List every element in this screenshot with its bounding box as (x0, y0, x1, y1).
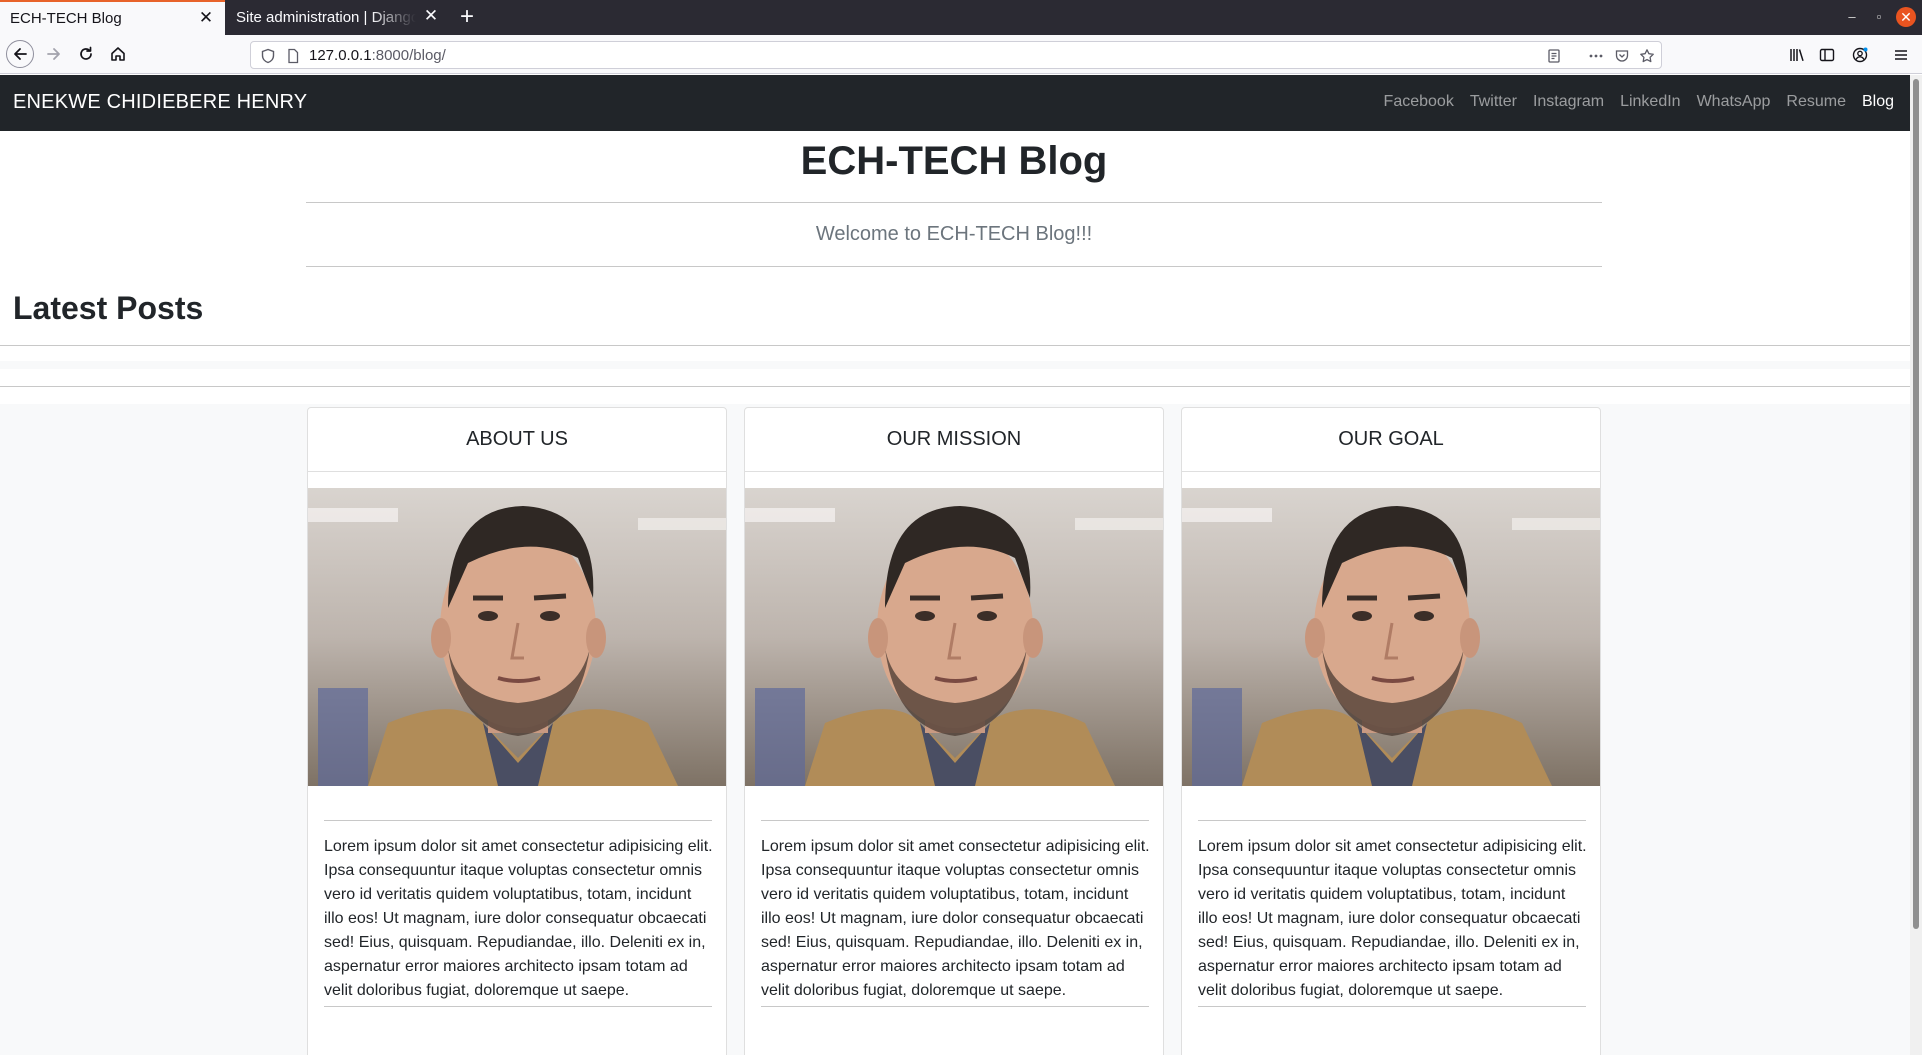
divider (761, 820, 1149, 821)
page-title: ECH-TECH Blog (800, 139, 1108, 183)
card-body: Lorem ipsum dolor sit amet consectetur a… (1198, 838, 1587, 999)
post-card: OUR GOAL Lorem ipsum dolor sit amet cons… (1181, 407, 1601, 1055)
new-tab-button[interactable]: + (454, 4, 480, 30)
divider (0, 386, 1910, 387)
forward-button[interactable] (40, 40, 68, 68)
nav-link-instagram[interactable]: Instagram (1525, 93, 1612, 111)
scrollbar-thumb[interactable] (1913, 79, 1919, 929)
nav-link-twitter[interactable]: Twitter (1462, 93, 1525, 111)
sidebar-icon[interactable] (1816, 44, 1838, 66)
window-close-button[interactable]: ✕ (1896, 7, 1916, 27)
reload-button[interactable] (72, 40, 100, 68)
page-actions-icon[interactable] (1587, 47, 1605, 65)
restore-button[interactable]: ▫ (1869, 7, 1889, 27)
divider (0, 345, 1910, 346)
url-text[interactable]: 127.0.0.1:8000/blog/ (309, 47, 446, 64)
divider (761, 1006, 1149, 1007)
page-icon[interactable] (284, 47, 302, 65)
nav-links: Facebook Twitter Instagram LinkedIn What… (1376, 93, 1902, 111)
card-body: Lorem ipsum dolor sit amet consectetur a… (324, 838, 713, 999)
pocket-icon[interactable] (1613, 47, 1631, 65)
nav-link-blog[interactable]: Blog (1854, 93, 1902, 111)
close-tab-icon[interactable]: ✕ (197, 9, 215, 27)
portrait-photo (745, 488, 1163, 786)
card-body: Lorem ipsum dolor sit amet consectetur a… (761, 838, 1150, 999)
welcome-message: Welcome to ECH-TECH Blog!!! (815, 223, 1093, 245)
divider (306, 266, 1602, 267)
divider (1198, 820, 1586, 821)
portrait-photo (308, 488, 726, 786)
library-icon[interactable] (1786, 44, 1808, 66)
bookmark-star-icon[interactable] (1638, 47, 1656, 65)
account-icon[interactable] (1849, 44, 1871, 66)
section-heading: Latest Posts (13, 290, 204, 326)
page-scrollbar[interactable] (1910, 75, 1922, 1055)
minimize-button[interactable]: – (1842, 7, 1862, 27)
address-bar[interactable]: 127.0.0.1:8000/blog/ (250, 41, 1662, 69)
nav-link-linkedin[interactable]: LinkedIn (1612, 93, 1689, 111)
card-title: OUR MISSION (745, 408, 1163, 472)
close-tab-icon[interactable]: ✕ (422, 7, 440, 25)
card-title: ABOUT US (308, 408, 726, 472)
back-button[interactable] (6, 40, 34, 68)
reader-view-icon[interactable] (1545, 47, 1563, 65)
divider (306, 202, 1602, 203)
arrow-right-icon (47, 48, 60, 60)
url-host: 127.0.0.1 (309, 47, 372, 64)
post-card: OUR MISSION Lorem ipsum dolor sit amet c… (744, 407, 1164, 1055)
portrait-image (1182, 488, 1600, 786)
site-brand[interactable]: ENEKWE CHIDIEBERE HENRY (13, 91, 307, 114)
arrow-left-icon (14, 48, 27, 60)
nav-link-resume[interactable]: Resume (1778, 93, 1854, 111)
portrait-image (745, 488, 1163, 786)
nav-link-facebook[interactable]: Facebook (1376, 93, 1462, 111)
reload-icon (80, 46, 92, 60)
nav-link-whatsapp[interactable]: WhatsApp (1689, 93, 1779, 111)
divider (324, 1006, 712, 1007)
divider (324, 820, 712, 821)
tab-label: Site administration | Django site admin (236, 9, 416, 26)
browser-tab-bar: ECH-TECH Blog ✕ Site administration | Dj… (0, 0, 1922, 35)
home-icon (111, 47, 125, 61)
tab-label: ECH-TECH Blog (10, 10, 122, 27)
portrait-image (308, 488, 726, 786)
site-navbar: ENEKWE CHIDIEBERE HENRY Facebook Twitter… (0, 75, 1910, 131)
url-path: :8000/blog/ (371, 47, 446, 64)
tab-site-administration[interactable]: Site administration | Django site admin … (226, 0, 450, 35)
web-page: ENEKWE CHIDIEBERE HENRY Facebook Twitter… (0, 75, 1910, 1055)
divider (1198, 1006, 1586, 1007)
post-card: ABOUT US Lorem ipsum dolor sit amet cons… (307, 407, 727, 1055)
portrait-photo (1182, 488, 1600, 786)
menu-icon[interactable] (1890, 44, 1912, 66)
home-button[interactable] (104, 40, 132, 68)
section-band (0, 361, 1910, 369)
card-title: OUR GOAL (1182, 408, 1600, 472)
shield-icon[interactable] (259, 47, 277, 65)
tab-ech-tech-blog[interactable]: ECH-TECH Blog ✕ (0, 0, 225, 35)
browser-toolbar: 127.0.0.1:8000/blog/ (0, 35, 1922, 74)
